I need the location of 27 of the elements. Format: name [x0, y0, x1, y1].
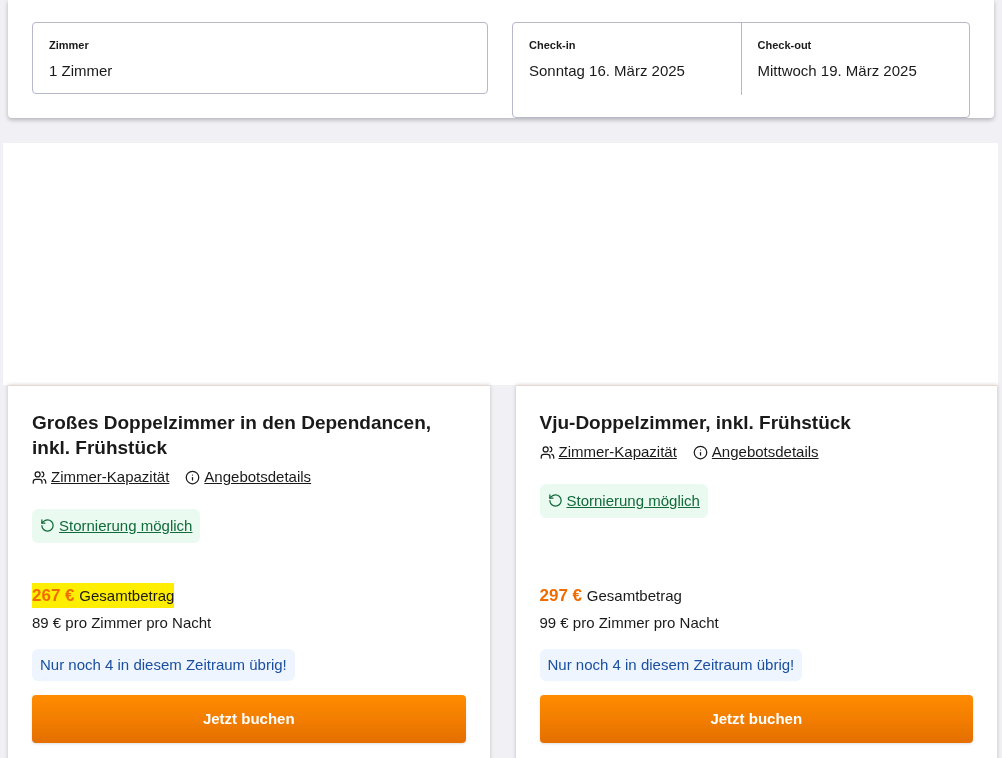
field-label: Zimmer: [49, 38, 90, 53]
availability-badge: Nur noch 4 in diesem Zeitraum übrig!: [539, 648, 803, 681]
details-link[interactable]: Angebotsdetails: [692, 441, 819, 464]
field-label: Check-out: [757, 38, 813, 53]
cancellation-badge[interactable]: Stornierung möglich: [32, 508, 201, 543]
info-icon: [692, 444, 708, 460]
room-title: Großes Doppelzimmer in den Dependancen, inkl. Frühstück: [32, 411, 433, 460]
price-per-night: 99 € pro Zimmer pro Nacht: [539, 613, 720, 633]
date-field[interactable]: Check-out Mittwoch 19. März 2025: [741, 23, 969, 95]
capacity-link[interactable]: Zimmer-Kapazität: [539, 441, 677, 464]
field-value: Sonntag 16. März 2025: [529, 61, 686, 81]
capacity-link[interactable]: Zimmer-Kapazität: [32, 466, 170, 489]
cancellation-badge[interactable]: Stornierung möglich: [539, 483, 708, 518]
total-price: 267 € Gesamtbetrag: [32, 582, 175, 608]
price-per-night: 89 € pro Zimmer pro Nacht: [32, 613, 213, 633]
field-value: 1 Zimmer: [49, 61, 114, 81]
details-link[interactable]: Angebotsdetails: [185, 466, 312, 489]
field-label: Check-in: [529, 38, 577, 53]
availability-badge: Nur noch 4 in diesem Zeitraum übrig!: [32, 648, 295, 681]
people-icon: [32, 469, 47, 485]
field-value: Mittwoch 19. März 2025: [757, 61, 918, 81]
people-icon: [539, 444, 555, 460]
date-field[interactable]: Zimmer 1 Zimmer: [32, 22, 488, 94]
room-title: Vju-Doppelzimmer, inkl. Frühstück: [539, 411, 852, 435]
info-icon: [185, 469, 201, 485]
total-price: 297 € Gesamtbetrag: [539, 584, 682, 607]
date-field[interactable]: Check-in Sonntag 16. März 2025: [513, 23, 742, 95]
